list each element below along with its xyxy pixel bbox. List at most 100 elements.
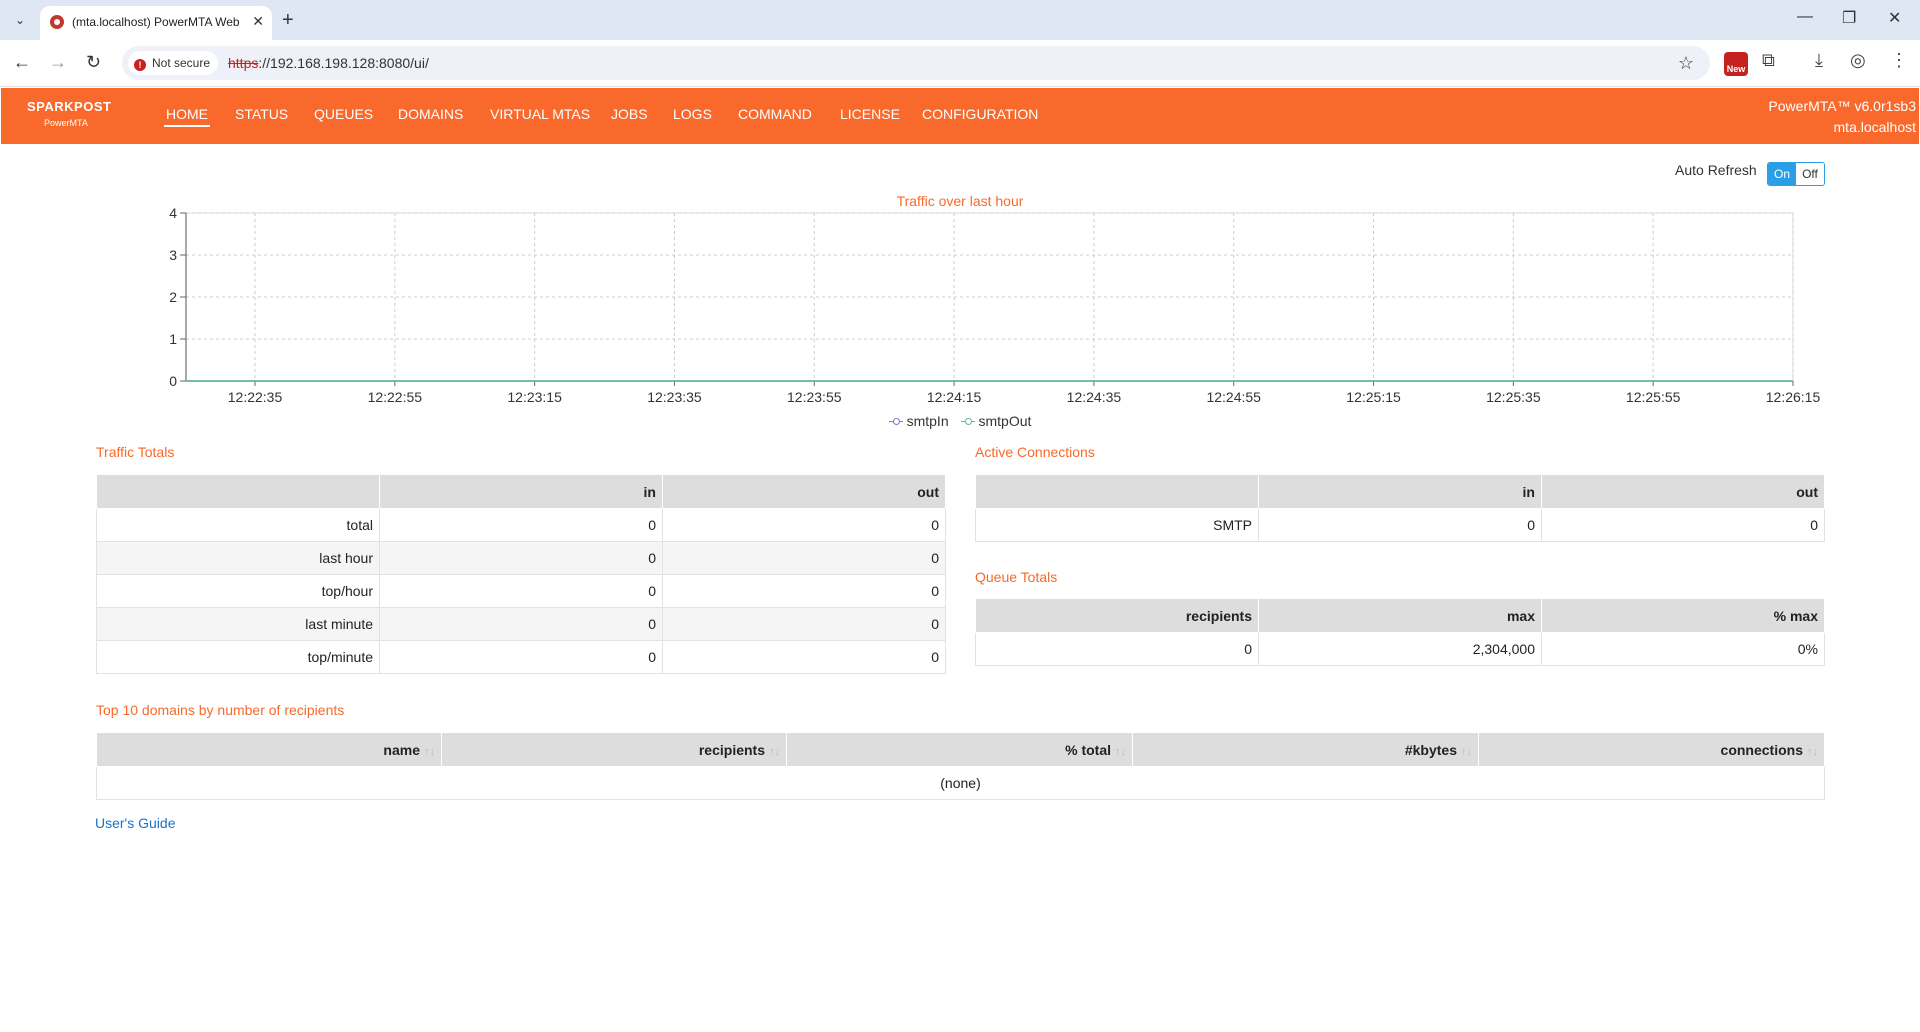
cell-out: 0	[662, 607, 946, 641]
cell-out: 0	[662, 508, 946, 542]
sort-icon: ↑↓	[1807, 745, 1818, 758]
table-row: total 0 0	[96, 508, 946, 542]
nav-queues[interactable]: QUEUES	[314, 106, 373, 122]
sort-recipients-header[interactable]: recipients ↑↓	[441, 732, 787, 767]
server-info: PowerMTA™ v6.0r1sb3 mta.localhost	[1768, 96, 1916, 138]
empty-row: (none)	[96, 766, 1825, 800]
cell-recipients: 0	[975, 632, 1259, 666]
legend-smtpin[interactable]: smtpIn	[888, 413, 949, 429]
x-tick-label: 12:22:35	[228, 389, 283, 405]
traffic-chart: 12:22:35 12:22:55 12:23:15 12:23:35 12:23:55…	[169, 205, 1820, 405]
minimize-icon[interactable]: —	[1797, 8, 1813, 26]
bookmark-star-icon[interactable]: ☆	[1678, 53, 1694, 74]
column-header: out	[1541, 474, 1825, 509]
security-label: Not secure	[152, 56, 211, 70]
address-bar[interactable]: ! Not secure https://192.168.198.128:8080…	[122, 46, 1710, 80]
app-navbar: SPARKPOST PowerMTA HOME STATUS QUEUES DO…	[1, 88, 1919, 144]
nav-command[interactable]: COMMAND	[738, 106, 812, 122]
close-tab-icon[interactable]: ✕	[252, 13, 264, 30]
x-tick-label: 12:24:15	[927, 389, 982, 405]
favicon-icon	[50, 15, 64, 29]
restore-icon[interactable]: ❐	[1842, 8, 1856, 28]
column-header: out	[662, 474, 946, 509]
sort-percent-total-header[interactable]: % total ↑↓	[786, 732, 1133, 767]
nav-status[interactable]: STATUS	[235, 106, 288, 122]
users-guide-link[interactable]: User's Guide	[95, 815, 175, 831]
x-tick-label: 12:25:15	[1346, 389, 1401, 405]
sort-icon: ↑↓	[424, 745, 435, 758]
top-domains-title: Top 10 domains by number of recipients	[96, 702, 345, 718]
tab-search-button[interactable]: ⌄	[8, 8, 32, 32]
active-connections-table: in out SMTP 0 0	[975, 474, 1825, 542]
sort-icon: ↑↓	[1461, 745, 1472, 758]
sort-name-header[interactable]: name ↑↓	[96, 732, 442, 767]
x-tick-label: 12:25:35	[1486, 389, 1541, 405]
toggle-off[interactable]: Off	[1796, 163, 1824, 185]
extensions-icon[interactable]: ⧉	[1762, 50, 1775, 71]
sort-kbytes-header[interactable]: #kbytes ↑↓	[1132, 732, 1479, 767]
traffic-totals-table: in out total 0 0 last hour 0 0 top/hour 0 0 la…	[96, 474, 946, 674]
column-header: in	[1258, 474, 1542, 509]
url-text[interactable]: https://192.168.198.128:8080/ui/	[228, 55, 429, 71]
legend-marker-icon	[960, 418, 975, 425]
cell-in: 0	[379, 541, 663, 575]
x-tick-label: 12:22:55	[368, 389, 423, 405]
legend-label: smtpIn	[906, 413, 949, 429]
new-tab-button[interactable]: +	[282, 8, 294, 32]
header-label: % total	[1065, 741, 1111, 758]
nav-domains[interactable]: DOMAINS	[398, 106, 463, 122]
queue-totals-title: Queue Totals	[975, 569, 1058, 585]
cell-in: 0	[379, 574, 663, 608]
legend-marker-icon	[888, 418, 903, 425]
url-rest: ://192.168.198.128:8080/ui/	[258, 55, 429, 71]
nav-home[interactable]: HOME	[164, 106, 210, 127]
nav-jobs[interactable]: JOBS	[611, 106, 648, 122]
forward-icon[interactable]: →	[49, 52, 67, 73]
active-connections-title: Active Connections	[975, 444, 1095, 460]
browser-tab[interactable]: (mta.localhost) PowerMTA Web ✕	[40, 6, 272, 40]
header-label: #kbytes	[1404, 741, 1457, 758]
table-row: SMTP 0 0	[975, 508, 1825, 542]
sort-connections-header[interactable]: connections ↑↓	[1478, 732, 1825, 767]
menu-icon[interactable]: ⋮	[1890, 50, 1908, 71]
nav-license[interactable]: LICENSE	[840, 106, 900, 122]
chart-legend: smtpIn smtpOut	[0, 413, 1920, 429]
close-window-icon[interactable]: ✕	[1888, 8, 1901, 28]
column-header	[975, 474, 1259, 509]
cell-in: 0	[379, 508, 663, 542]
cell-in: 0	[1258, 508, 1542, 542]
table-row: top/hour 0 0	[96, 574, 946, 608]
legend-smtpout[interactable]: smtpOut	[960, 413, 1032, 429]
row-label: top/hour	[96, 574, 380, 608]
profile-icon[interactable]: ◎	[1850, 50, 1866, 71]
browser-tabbar: ⌄ (mta.localhost) PowerMTA Web ✕ + — ❐ ✕	[0, 0, 1920, 40]
reload-icon[interactable]: ↻	[86, 52, 101, 73]
toggle-on[interactable]: On	[1768, 163, 1796, 185]
nav-virtual-mtas[interactable]: VIRTUAL MTAS	[490, 106, 590, 122]
y-tick-label: 3	[169, 247, 177, 263]
nav-configuration[interactable]: CONFIGURATION	[922, 106, 1038, 122]
top-domains-table: name ↑↓ recipients ↑↓ % total ↑↓ #kbytes ↑↓ …	[96, 732, 1825, 800]
row-label: total	[96, 508, 380, 542]
cell-out: 0	[662, 574, 946, 608]
table-row: last minute 0 0	[96, 607, 946, 641]
row-label: SMTP	[975, 508, 1259, 542]
legend-label: smtpOut	[978, 413, 1032, 429]
y-tick-label: 1	[169, 331, 177, 347]
y-tick-label: 0	[169, 373, 177, 389]
download-icon[interactable]: ⤓	[1815, 50, 1823, 71]
security-chip[interactable]: ! Not secure	[128, 51, 219, 75]
table-row: top/minute 0 0	[96, 640, 946, 674]
new-badge-icon[interactable]: New	[1724, 52, 1748, 76]
queue-totals-table: recipients max % max 0 2,304,000 0%	[975, 598, 1825, 666]
table-row: 0 2,304,000 0%	[975, 632, 1825, 666]
sparkpost-logo[interactable]: SPARKPOST PowerMTA	[27, 99, 111, 128]
auto-refresh-toggle[interactable]: On Off	[1767, 162, 1825, 186]
host-label: mta.localhost	[1833, 119, 1916, 135]
cell-in: 0	[379, 607, 663, 641]
back-icon[interactable]: ←	[13, 52, 31, 73]
nav-logs[interactable]: LOGS	[673, 106, 712, 122]
x-tick-label: 12:23:55	[787, 389, 842, 405]
cell-out: 0	[1541, 508, 1825, 542]
cell-out: 0	[662, 541, 946, 575]
